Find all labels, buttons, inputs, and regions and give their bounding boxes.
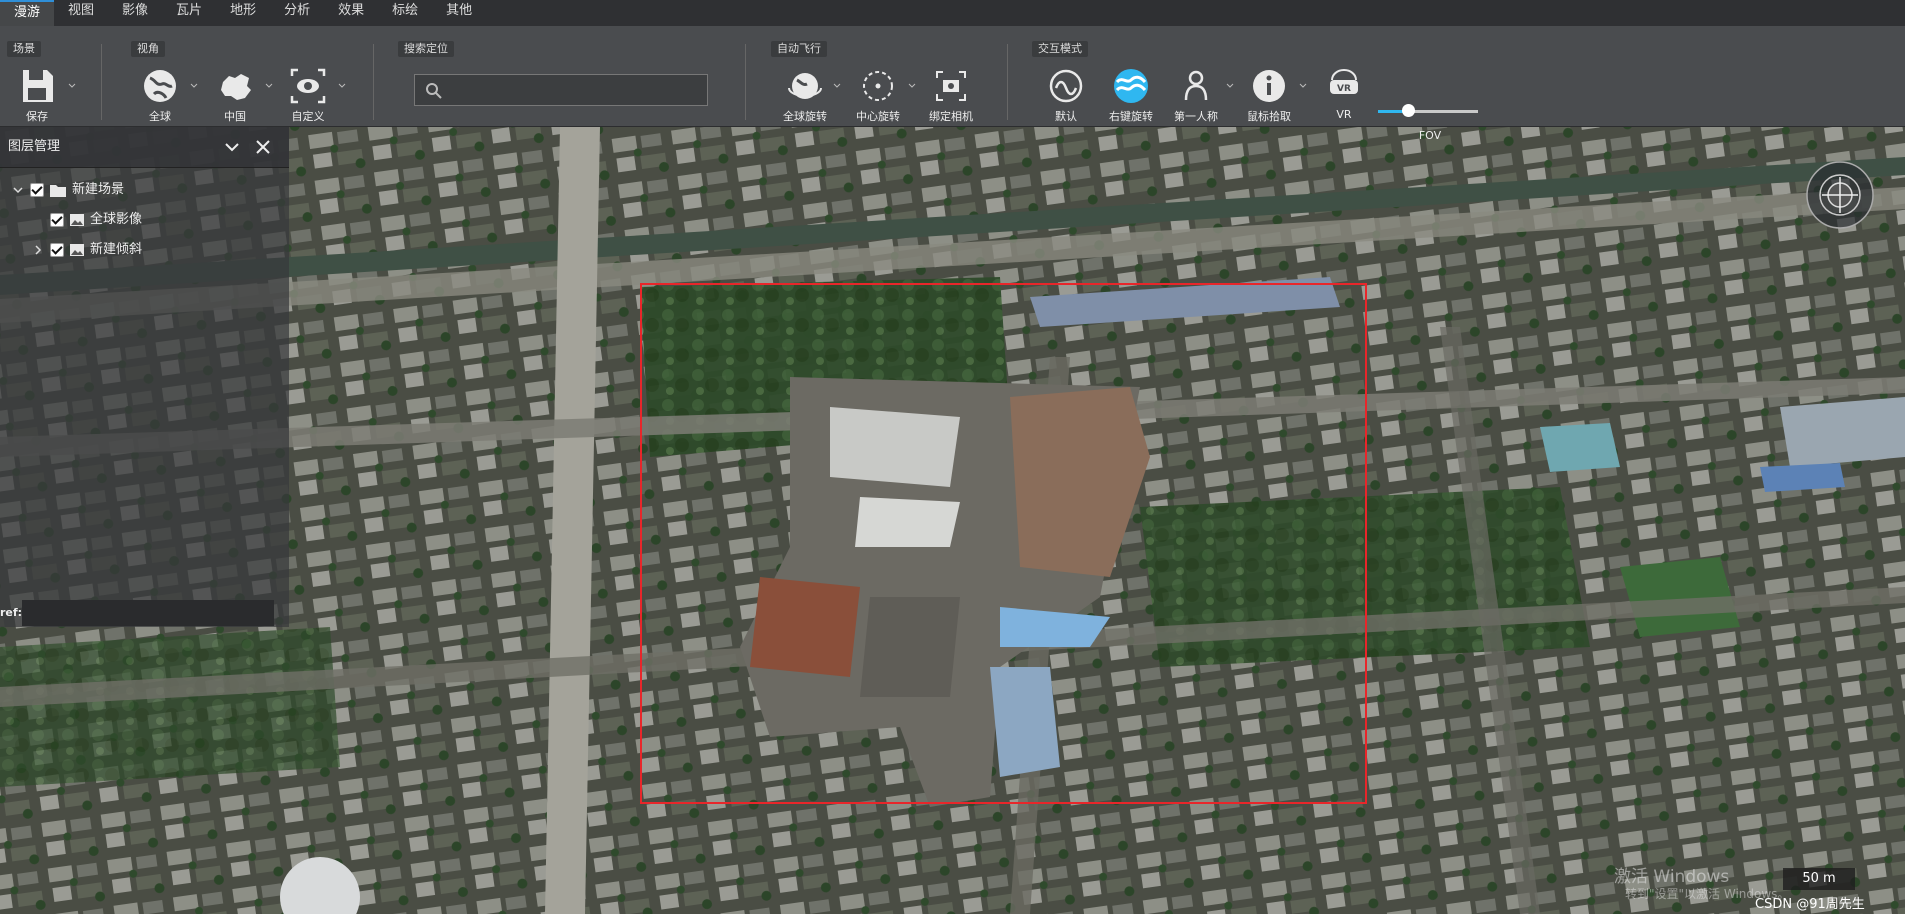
- default-mode-button[interactable]: 默认: [1031, 66, 1101, 124]
- ref-label: ref:: [0, 606, 23, 619]
- layer-manager-panel: 图层管理 新建场景 全球影像 新建倾斜: [0, 127, 289, 627]
- fov-slider-handle[interactable]: [1402, 104, 1415, 117]
- navigation-compass[interactable]: [1805, 160, 1875, 230]
- right-rotate-label: 右键旋转: [1109, 110, 1153, 123]
- menu-tab-roam[interactable]: 漫游: [0, 0, 55, 28]
- menu-tab-view[interactable]: 视图: [54, 0, 108, 26]
- mouse-pick-button[interactable]: 鼠标拾取: [1234, 66, 1304, 124]
- scene-checkbox[interactable]: [30, 183, 44, 197]
- center-rotate-button[interactable]: 中心旋转: [843, 66, 913, 124]
- right-rotate-icon: [1114, 69, 1148, 103]
- globe-rotate-button[interactable]: 全球旋转: [770, 66, 840, 124]
- save-button[interactable]: 保存: [2, 66, 72, 124]
- search-field[interactable]: [414, 74, 708, 107]
- ribbon-toolbar: 场景 视角 搜索定位 自动飞行 交互模式 保存 全球 中国 自定义 全球旋转 中…: [0, 26, 1905, 142]
- custom-label: 自定义: [291, 110, 325, 123]
- chevron-down-icon[interactable]: [190, 82, 198, 90]
- oblique-label: 新建倾斜: [90, 242, 143, 257]
- image-layer-icon: [70, 244, 84, 256]
- globe-icon: [144, 70, 176, 102]
- ref-row: ref:: [0, 598, 289, 628]
- search-input[interactable]: [447, 75, 706, 107]
- menu-bar: 漫游 视图 影像 瓦片 地形 分析 效果 标绘 其他: [0, 0, 1905, 28]
- chevron-down-icon[interactable]: [265, 82, 273, 90]
- menu-tab-imagery[interactable]: 影像: [108, 0, 162, 26]
- menu-tab-tiles[interactable]: 瓦片: [162, 0, 216, 26]
- group-divider: [373, 44, 374, 120]
- svg-text:VR: VR: [1337, 84, 1351, 94]
- bind-camera-icon: [936, 71, 966, 101]
- close-icon[interactable]: [255, 139, 271, 155]
- person-icon: [1184, 70, 1208, 101]
- layer-panel-header: 图层管理: [0, 127, 289, 168]
- folder-icon: [50, 184, 66, 197]
- chevron-down-icon[interactable]: [12, 184, 24, 196]
- info-icon: [1253, 70, 1285, 102]
- group-divider: [1007, 44, 1008, 120]
- tree-node-scene[interactable]: 新建场景: [12, 180, 124, 200]
- oblique-checkbox[interactable]: [50, 243, 64, 257]
- tree-node-global-imagery[interactable]: 全球影像: [50, 210, 142, 230]
- author-credit: CSDN @91周先生: [1755, 897, 1865, 912]
- center-rotate-label: 中心旋转: [856, 110, 900, 123]
- fov-label: FOV: [1418, 129, 1442, 142]
- right-rotate-button[interactable]: 右键旋转: [1096, 66, 1166, 124]
- vr-button[interactable]: VR VR: [1309, 66, 1379, 121]
- menu-tab-plotting[interactable]: 标绘: [378, 0, 432, 26]
- vr-headset-icon: VR: [1330, 69, 1358, 94]
- first-person-label: 第一人称: [1174, 110, 1218, 123]
- view-globe-button[interactable]: 全球: [125, 66, 195, 124]
- save-label: 保存: [26, 110, 48, 123]
- layer-panel-title: 图层管理: [8, 139, 61, 154]
- floppy-disk-icon: [23, 70, 53, 102]
- global-imagery-checkbox[interactable]: [50, 213, 64, 227]
- bind-camera-label: 绑定相机: [929, 110, 973, 123]
- eye-frame-icon: [290, 68, 326, 104]
- globe-label: 全球: [149, 110, 171, 123]
- search-icon: [426, 83, 442, 99]
- menu-tab-effects[interactable]: 效果: [324, 0, 378, 26]
- view-china-button[interactable]: 中国: [200, 66, 270, 124]
- tree-node-oblique[interactable]: 新建倾斜: [32, 240, 142, 260]
- chevron-down-icon[interactable]: [68, 82, 76, 90]
- group-label-autofly: 自动飞行: [771, 41, 827, 57]
- view-custom-button[interactable]: 自定义: [273, 66, 343, 124]
- collapse-chevron-icon[interactable]: [224, 139, 240, 155]
- center-rotate-icon: [863, 71, 893, 101]
- scale-bar: 50 m: [1783, 868, 1855, 890]
- vr-label: VR: [1336, 108, 1352, 121]
- chevron-right-icon[interactable]: [32, 244, 44, 256]
- scene-label: 新建场景: [72, 182, 125, 197]
- mouse-pick-label: 鼠标拾取: [1247, 110, 1291, 123]
- globe-rotate-label: 全球旋转: [783, 110, 827, 123]
- group-label-search: 搜索定位: [398, 41, 454, 57]
- default-mode-icon: [1049, 69, 1083, 103]
- chevron-down-icon[interactable]: [1226, 82, 1234, 90]
- image-layer-icon: [70, 214, 84, 226]
- group-label-interaction: 交互模式: [1032, 41, 1088, 57]
- default-label: 默认: [1055, 110, 1077, 123]
- group-divider: [745, 44, 746, 120]
- group-label-scene: 场景: [7, 41, 41, 57]
- activation-watermark-title: 激活 Windows: [1614, 867, 1730, 887]
- menu-tab-analysis[interactable]: 分析: [270, 0, 324, 26]
- china-label: 中国: [224, 110, 246, 123]
- ref-input[interactable]: [22, 600, 274, 626]
- menu-tab-terrain[interactable]: 地形: [216, 0, 270, 26]
- chevron-down-icon[interactable]: [833, 82, 841, 90]
- global-imagery-label: 全球影像: [90, 212, 143, 227]
- group-label-view: 视角: [131, 41, 165, 57]
- chevron-down-icon[interactable]: [338, 82, 346, 90]
- china-map-icon: [221, 74, 251, 100]
- bind-camera-button[interactable]: 绑定相机: [916, 66, 986, 124]
- first-person-button[interactable]: 第一人称: [1161, 66, 1231, 124]
- menu-tab-other[interactable]: 其他: [432, 0, 486, 26]
- globe-rotate-icon: [788, 73, 822, 99]
- chevron-down-icon[interactable]: [1299, 82, 1307, 90]
- group-divider: [101, 44, 102, 120]
- chevron-down-icon[interactable]: [908, 82, 916, 90]
